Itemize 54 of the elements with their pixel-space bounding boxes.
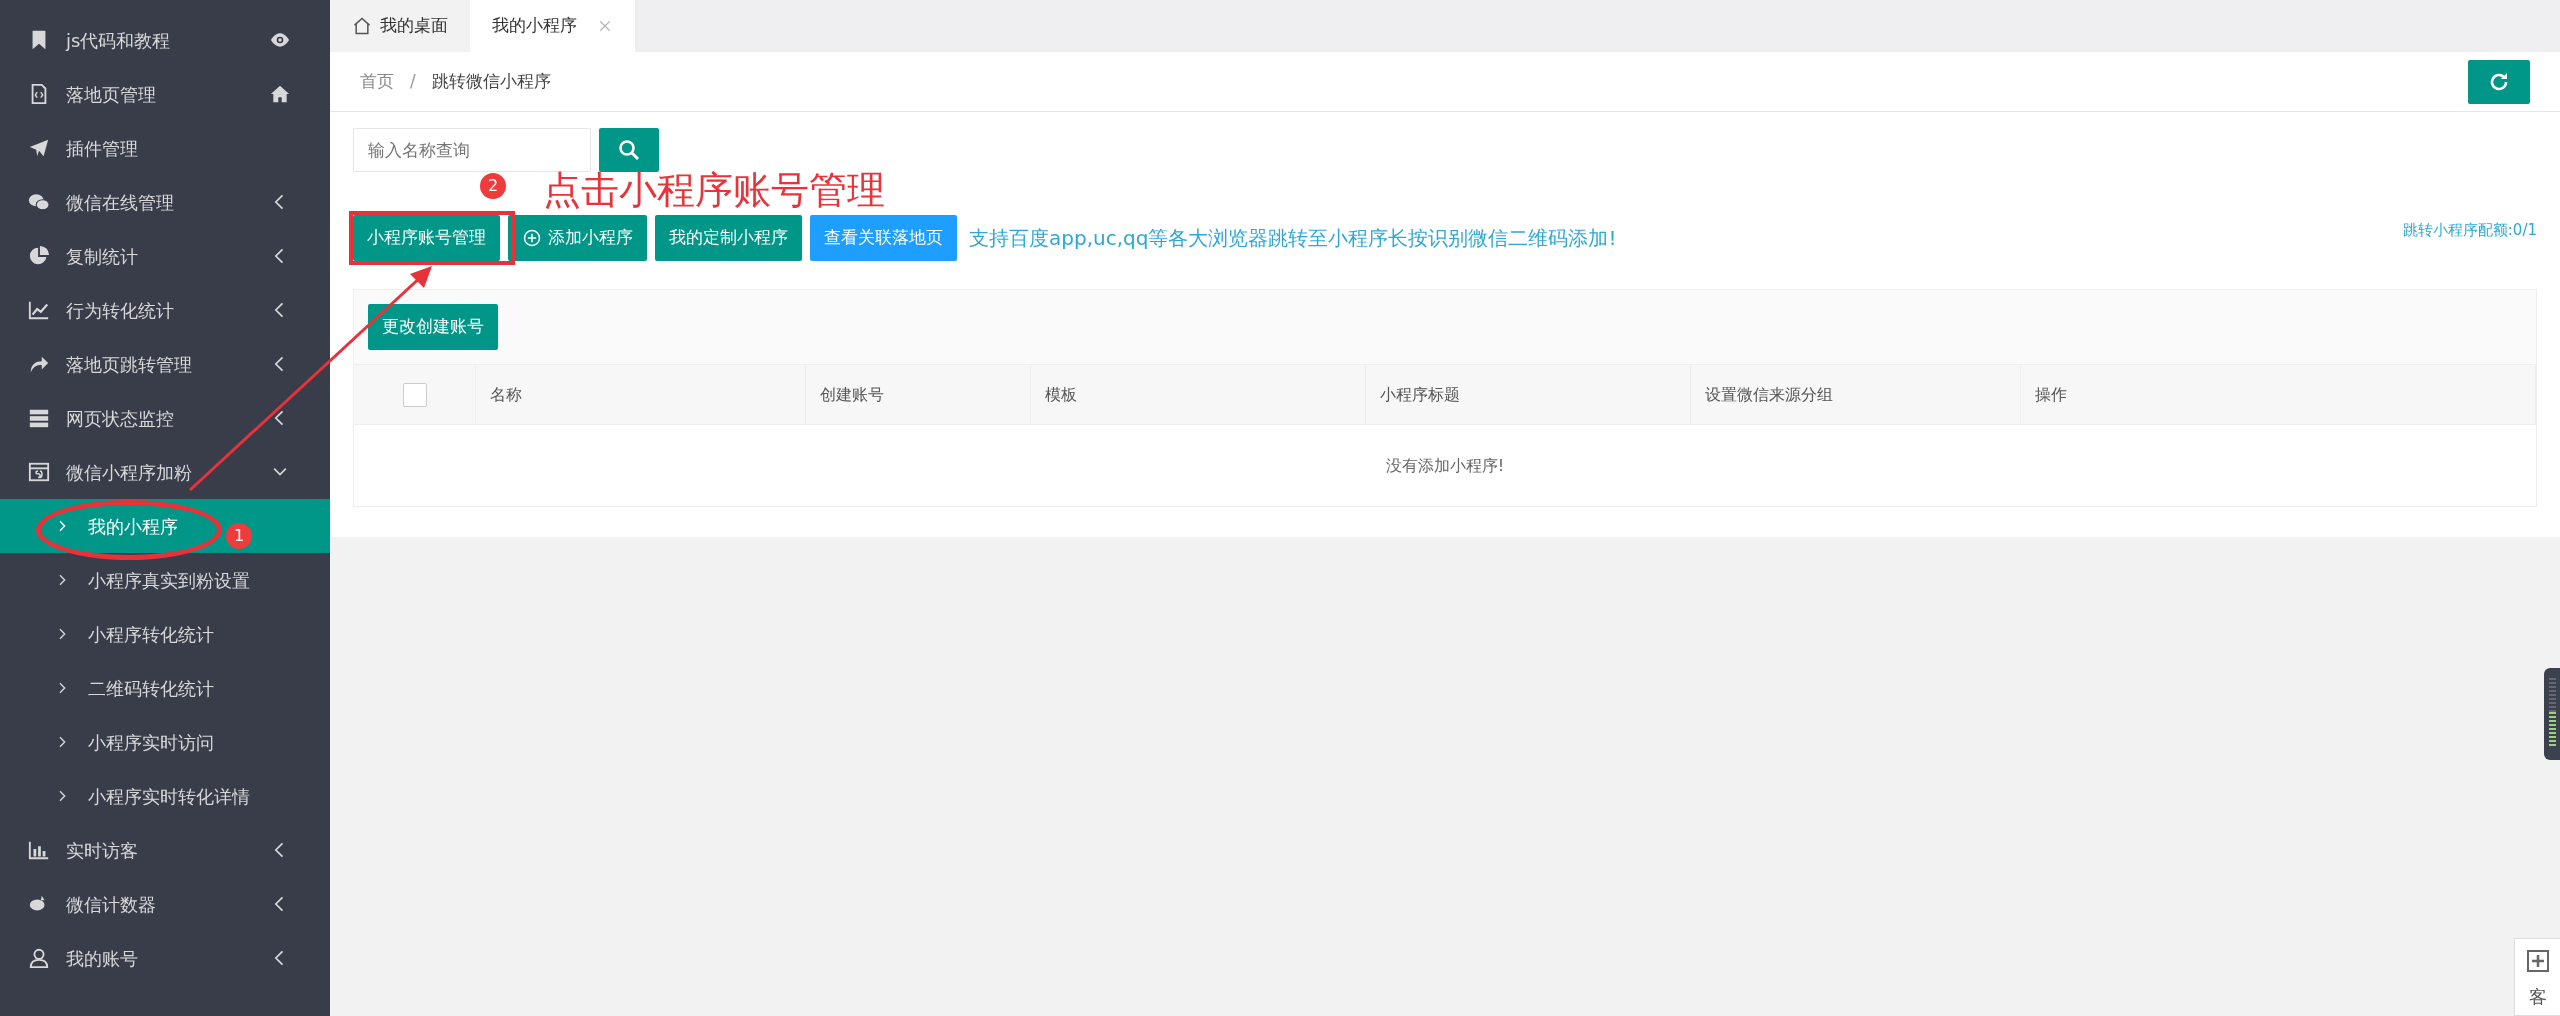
sidebar-item[interactable]: 插件管理	[0, 121, 330, 175]
home-icon	[352, 16, 372, 36]
line-chart-icon	[28, 299, 50, 321]
change-account-button[interactable]: 更改创建账号	[368, 304, 498, 350]
toolbar-button[interactable]: 我的定制小程序	[655, 215, 802, 261]
search-icon	[618, 139, 640, 161]
sidebar-item[interactable]: 小程序实时访问	[0, 715, 330, 769]
sidebar-item[interactable]: 小程序真实到粉设置	[0, 553, 330, 607]
sidebar-item[interactable]: 微信小程序加粉	[0, 445, 330, 499]
plus-square-icon[interactable]	[2525, 949, 2550, 973]
refresh-button[interactable]	[2468, 59, 2530, 104]
empty-message: 没有添加小程序!	[1385, 454, 1505, 477]
search-field[interactable]: 输入名称查询	[353, 128, 591, 172]
column-header: 小程序标题	[1380, 383, 1460, 406]
plus-circle-icon	[522, 228, 542, 248]
sidebar-item[interactable]: 微信计数器	[0, 877, 330, 931]
select-all-checkbox[interactable]	[402, 382, 427, 407]
sidebar-item[interactable]: 微信在线管理	[0, 175, 330, 229]
column-header: 名称	[490, 383, 522, 406]
search-button[interactable]	[599, 128, 659, 172]
sidebar-item[interactable]: 行为转化统计	[0, 283, 330, 337]
close-icon[interactable]	[597, 18, 613, 34]
sidebar-item[interactable]: 小程序实时转化详情	[0, 769, 330, 823]
breadcrumb-current: 跳转微信小程序	[431, 69, 551, 93]
breadcrumb-separator: /	[410, 69, 416, 93]
customer-service-label[interactable]: 客	[2528, 983, 2547, 1010]
user-icon	[28, 947, 50, 969]
notice-text: 支持百度app,uc,qq等各大浏览器跳转至小程序长按识别微信二维码添加!	[969, 225, 1617, 252]
sidebar-item[interactable]: 小程序转化统计	[0, 607, 330, 661]
sidebar-item[interactable]: 实时访客	[0, 823, 330, 877]
home-icon	[270, 84, 290, 104]
instruction-text: 点击小程序账号管理	[543, 171, 885, 209]
column-header: 操作	[2035, 383, 2067, 406]
paper-plane-icon	[28, 137, 50, 159]
app-window-icon	[28, 461, 50, 483]
sidebar-item[interactable]: 网页状态监控	[0, 391, 330, 445]
server-icon	[28, 407, 50, 429]
column-header: 创建账号	[820, 383, 884, 406]
bar-chart-icon	[28, 839, 50, 861]
sidebar-item[interactable]: 二维码转化统计	[0, 661, 330, 715]
toolbar-button[interactable]: 小程序账号管理	[353, 215, 500, 261]
column-header: 设置微信来源分组	[1705, 383, 1833, 406]
pie-chart-icon	[28, 245, 50, 267]
sidebar-item[interactable]: 落地页管理	[0, 67, 330, 121]
quota-text: 跳转小程序配额:0/1	[2402, 220, 2537, 241]
sidebar-item[interactable]: 落地页跳转管理	[0, 337, 330, 391]
eye-icon	[270, 30, 290, 50]
tab[interactable]: 我的小程序	[470, 0, 635, 52]
toolbar-button[interactable]: 添加小程序	[508, 215, 647, 261]
sidebar-item[interactable]: 复制统计	[0, 229, 330, 283]
column-header: 模板	[1045, 383, 1077, 406]
sidebar-item[interactable]: 我的账号	[0, 931, 330, 985]
breadcrumb-link[interactable]: 首页	[360, 68, 394, 95]
sidebar-item[interactable]: js代码和教程	[0, 13, 330, 67]
